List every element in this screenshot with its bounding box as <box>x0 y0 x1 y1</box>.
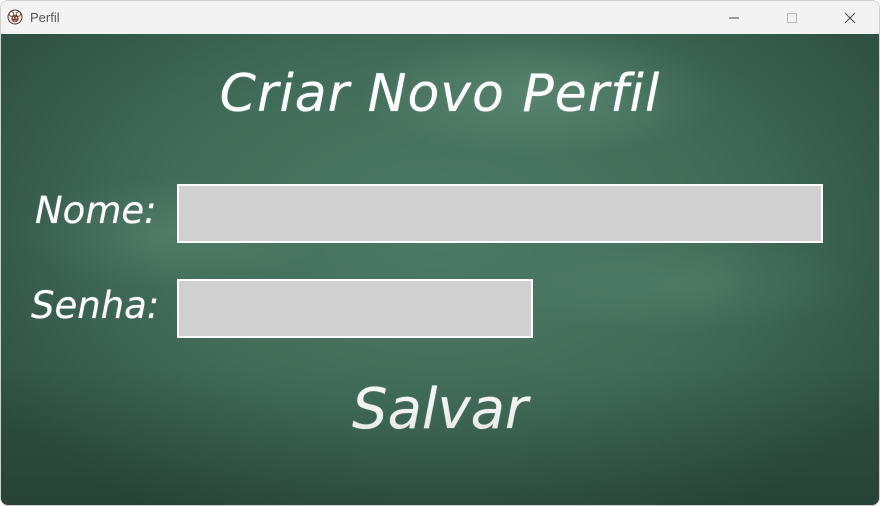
chalkboard-background: Criar Novo Perfil Nome: Senha: Salvar <box>1 34 879 505</box>
name-label: Nome: <box>35 189 157 232</box>
maximize-icon <box>787 12 797 23</box>
close-button[interactable] <box>821 1 879 34</box>
minimize-icon <box>729 17 739 18</box>
page-title: Criar Novo Perfil <box>219 64 661 124</box>
window-title: Perfil <box>30 10 60 25</box>
password-input[interactable] <box>177 279 533 338</box>
name-input[interactable] <box>177 184 823 243</box>
maximize-button[interactable] <box>763 1 821 34</box>
close-icon <box>844 12 856 23</box>
profile-window: Perfil Criar Novo Perfil Nome: Senha: Sa… <box>0 0 880 506</box>
password-label: Senha: <box>31 284 160 327</box>
title-bar[interactable]: Perfil <box>1 1 879 34</box>
minimize-button[interactable] <box>705 1 763 34</box>
save-button[interactable]: Salvar <box>1 377 879 442</box>
sheep-avatar-icon <box>7 9 23 25</box>
